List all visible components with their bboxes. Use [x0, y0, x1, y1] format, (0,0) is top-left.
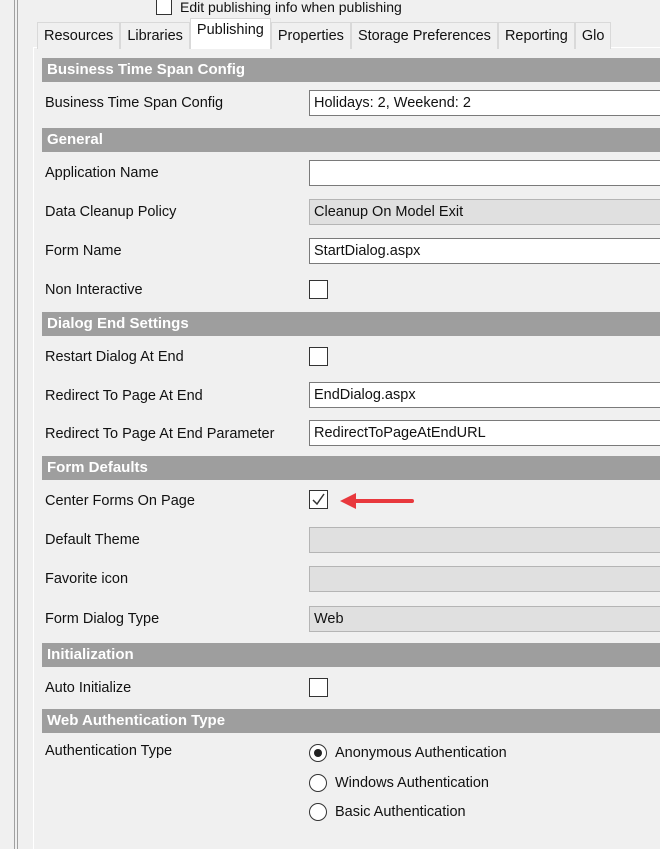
radio-windows-authentication[interactable]: Windows Authentication: [309, 774, 489, 792]
redirect-page-input[interactable]: EndDialog.aspx: [309, 382, 660, 408]
non-interactive-label: Non Interactive: [45, 282, 143, 298]
auto-initialize-label: Auto Initialize: [45, 680, 132, 696]
data-cleanup-policy-label: Data Cleanup Policy: [45, 204, 177, 220]
tab-bar: Resources Libraries Publishing Propertie…: [37, 18, 612, 49]
form-dialog-type-label: Form Dialog Type: [45, 611, 160, 627]
center-forms-checkbox[interactable]: [309, 490, 328, 509]
tab-publishing[interactable]: Publishing: [189, 18, 271, 49]
section-form-defaults: Form Defaults: [42, 456, 660, 480]
radio-label: Basic Authentication: [335, 804, 466, 820]
data-cleanup-policy-select[interactable]: Cleanup On Model Exit: [309, 199, 660, 225]
section-general: General: [42, 128, 660, 152]
center-forms-label: Center Forms On Page: [45, 493, 195, 509]
form-name-label: Form Name: [45, 243, 122, 259]
window-border: [14, 0, 15, 849]
default-theme-field[interactable]: [309, 527, 660, 553]
section-dialog-end-settings: Dialog End Settings: [42, 312, 660, 336]
favorite-icon-label: Favorite icon: [45, 571, 129, 587]
radio-label: Windows Authentication: [335, 775, 489, 791]
tab-storage-preferences[interactable]: Storage Preferences: [350, 22, 498, 49]
red-arrow-icon: [340, 493, 414, 509]
application-name-input[interactable]: [309, 160, 660, 186]
section-web-authentication: Web Authentication Type: [42, 709, 660, 733]
radio-basic-authentication[interactable]: Basic Authentication: [309, 803, 466, 821]
business-time-span-field[interactable]: Holidays: 2, Weekend: 2: [309, 90, 660, 116]
edit-publishing-info-label: Edit publishing info when publishing: [180, 0, 402, 15]
checkmark-icon: [312, 493, 325, 506]
tab-properties[interactable]: Properties: [270, 22, 351, 49]
radio-unselected-icon: [309, 803, 327, 821]
redirect-param-label: Redirect To Page At End Parameter: [45, 426, 275, 442]
application-name-label: Application Name: [45, 165, 159, 181]
default-theme-label: Default Theme: [45, 532, 140, 548]
form-dialog-type-select[interactable]: Web: [309, 606, 660, 632]
auto-initialize-checkbox[interactable]: [309, 678, 328, 697]
redirect-page-label: Redirect To Page At End: [45, 388, 203, 404]
redirect-param-input[interactable]: RedirectToPageAtEndURL: [309, 420, 660, 446]
favorite-icon-field[interactable]: [309, 566, 660, 592]
form-name-input[interactable]: StartDialog.aspx: [309, 238, 660, 264]
radio-unselected-icon: [309, 774, 327, 792]
radio-selected-icon: [309, 744, 327, 762]
radio-anonymous-authentication[interactable]: Anonymous Authentication: [309, 744, 507, 762]
restart-dialog-checkbox[interactable]: [309, 347, 328, 366]
edit-publishing-info-checkbox[interactable]: [156, 0, 172, 15]
tab-reporting[interactable]: Reporting: [497, 22, 575, 49]
tab-global[interactable]: Glo: [574, 22, 612, 49]
restart-dialog-label: Restart Dialog At End: [45, 349, 184, 365]
radio-label: Anonymous Authentication: [335, 745, 507, 761]
business-time-span-label: Business Time Span Config: [45, 95, 224, 111]
tab-libraries[interactable]: Libraries: [120, 22, 190, 49]
non-interactive-checkbox[interactable]: [309, 280, 328, 299]
section-initialization: Initialization: [42, 643, 660, 667]
window-border-inner: [17, 0, 18, 849]
authentication-type-label: Authentication Type: [45, 743, 173, 759]
section-business-time-span: Business Time Span Config: [42, 58, 660, 82]
tab-resources[interactable]: Resources: [37, 22, 121, 49]
